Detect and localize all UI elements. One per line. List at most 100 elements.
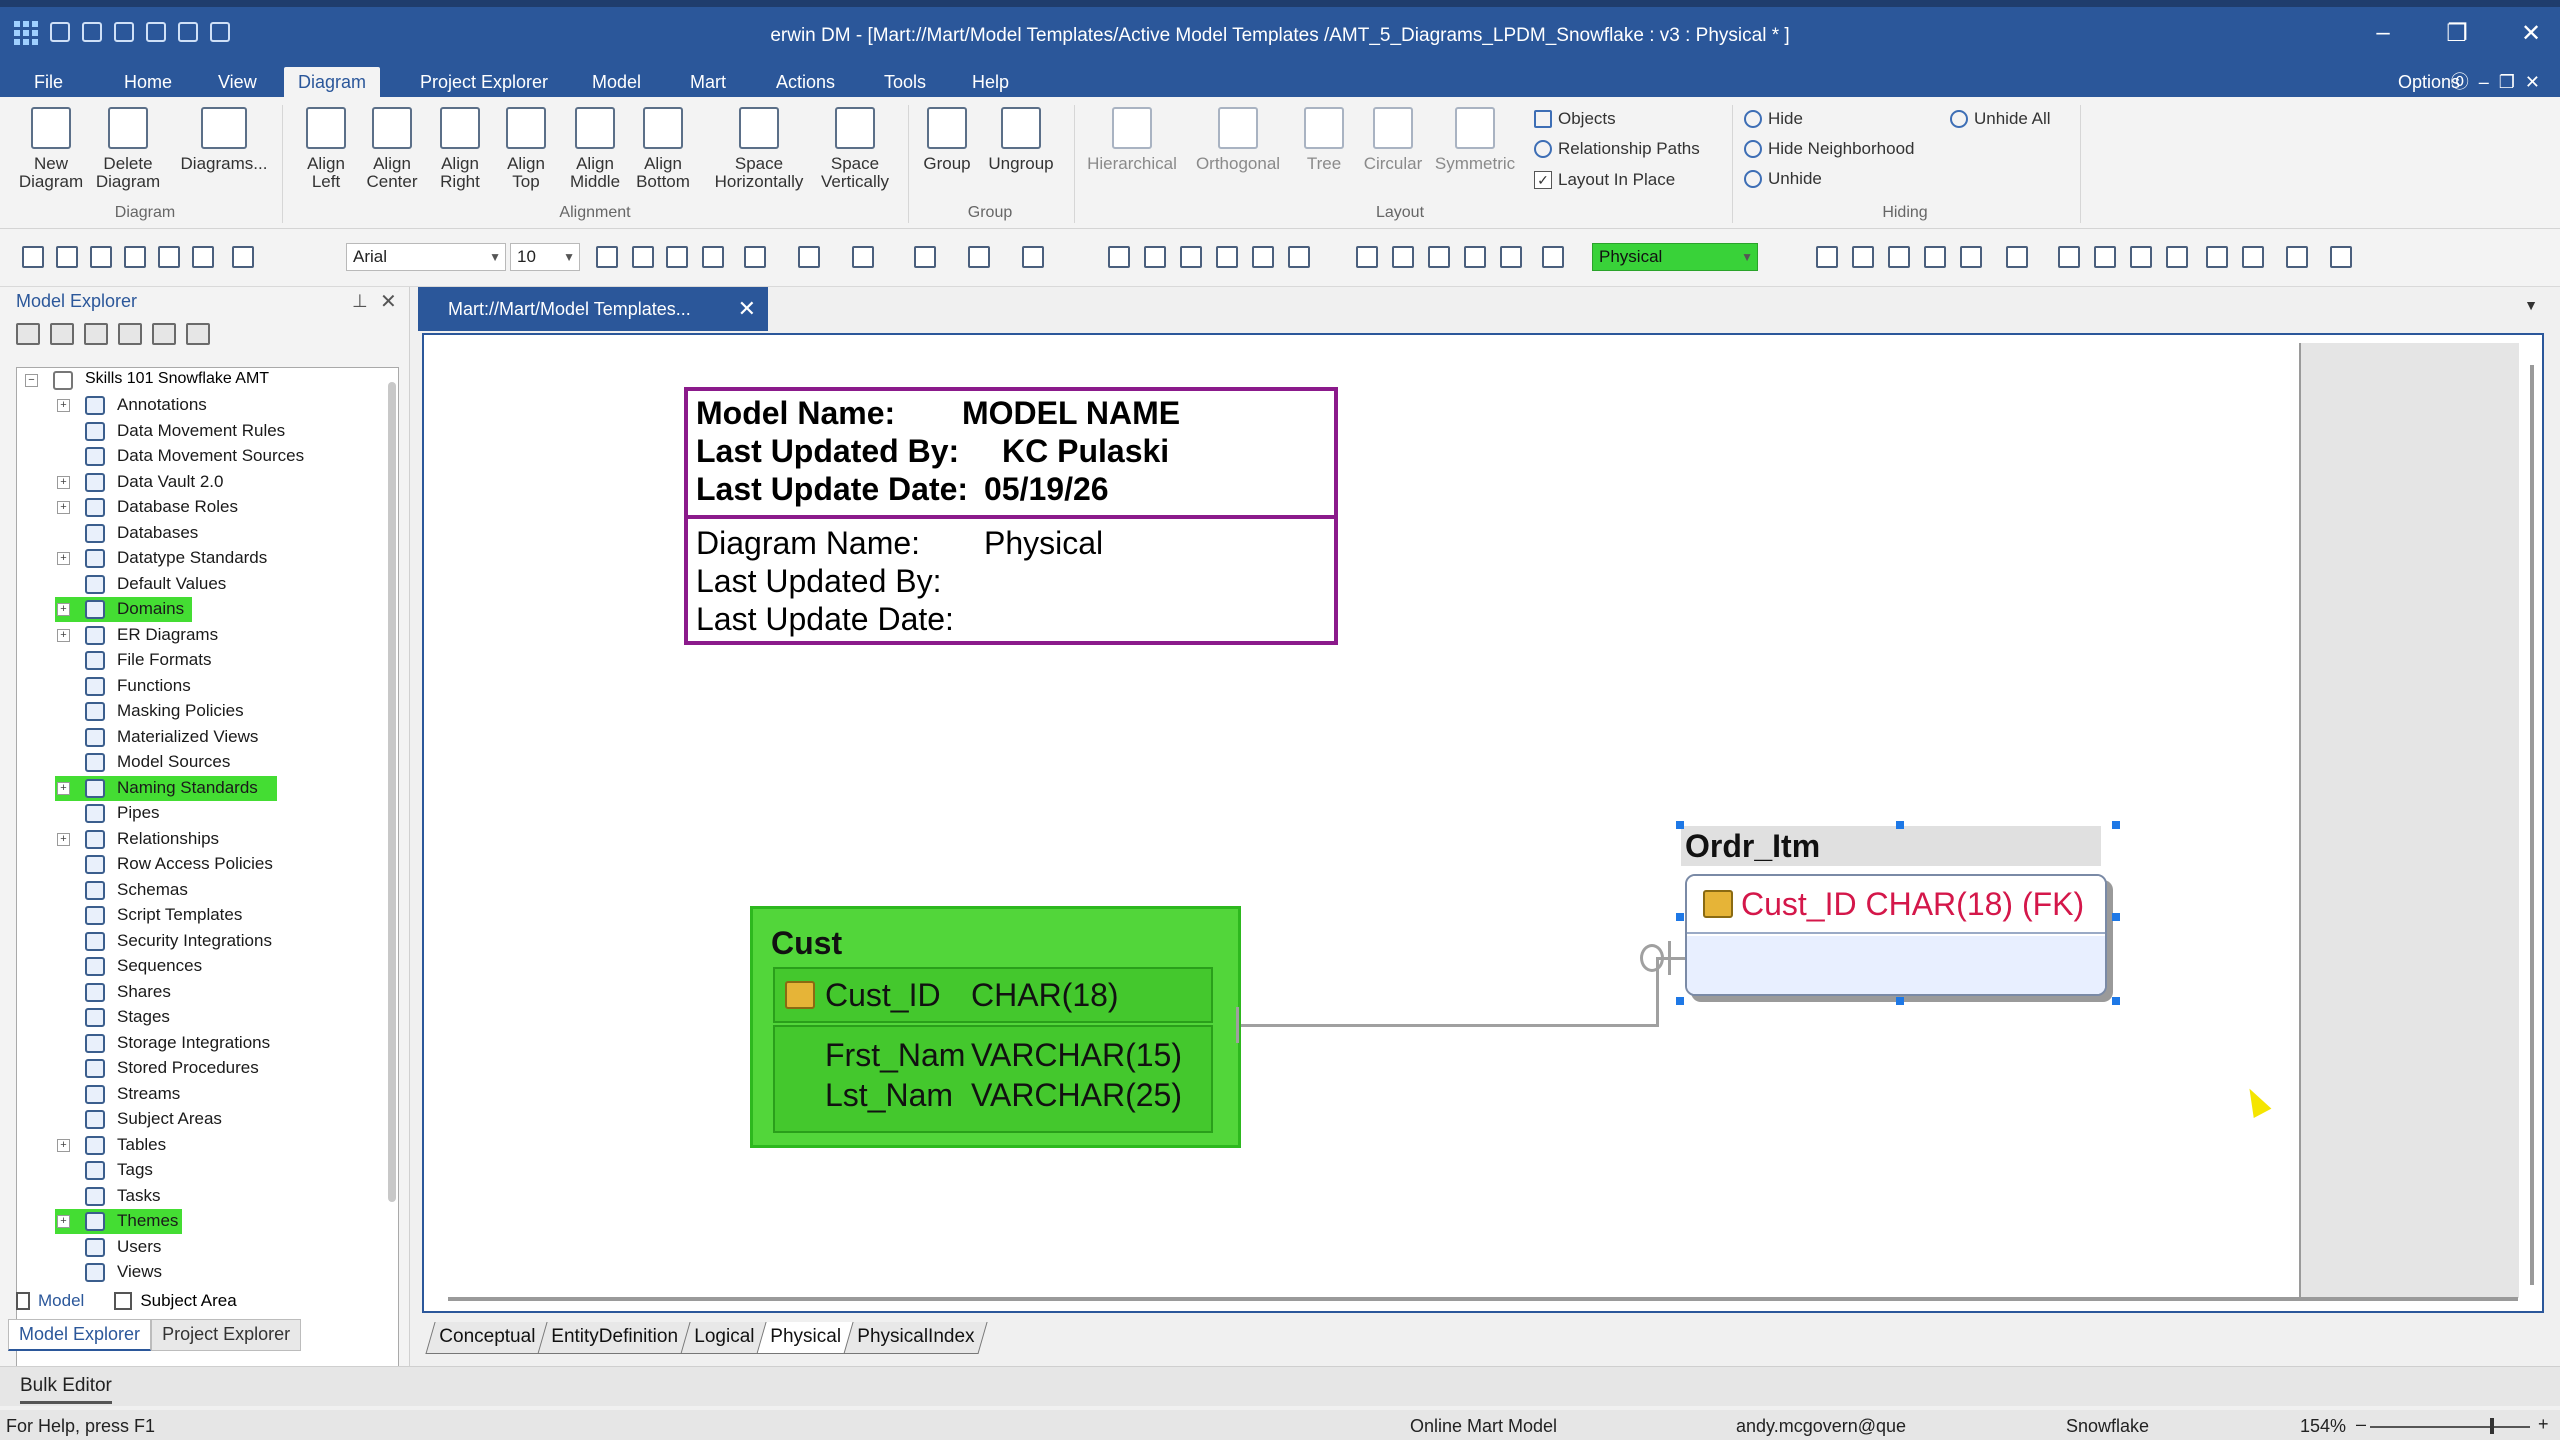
find-icon[interactable] [84,323,108,345]
tree-item-relationships[interactable]: + Relationships [17,827,387,853]
tree-item-users[interactable]: Users [17,1235,387,1261]
tree-item-pipes[interactable]: Pipes [17,801,387,827]
table-icon[interactable] [56,246,78,268]
tab-tools[interactable]: Tools [870,67,940,97]
bold-icon[interactable] [596,246,618,268]
tree-item-script-templates[interactable]: Script Templates [17,903,387,929]
edit-icon[interactable] [1500,246,1522,268]
tree-item-masking-policies[interactable]: Masking Policies [17,699,387,725]
ribbon-window-icons[interactable]: ⓪–❐✕ [2451,67,2550,97]
merge-icon[interactable] [2094,246,2116,268]
relationship-icon[interactable] [124,246,146,268]
report-icon[interactable] [2206,246,2228,268]
diamond-icon[interactable] [2286,246,2308,268]
align-center-button[interactable]: Align Center [360,107,424,191]
pin-icon[interactable] [1428,246,1450,268]
expand-icon[interactable]: + [57,603,70,616]
font-family-select[interactable]: Arial ▼ [346,243,506,271]
expand-icon[interactable]: + [57,501,70,514]
tree-item-themes[interactable]: + Themes [17,1209,387,1235]
non-identifying-rel-icon[interactable] [192,246,214,268]
forward-engineer-icon[interactable] [2242,246,2264,268]
diagram-tab-physical[interactable]: Physical [756,1322,855,1354]
tree-item-functions[interactable]: Functions [17,674,387,700]
tree-item-security-integrations[interactable]: Security Integrations [17,929,387,955]
compare-icon[interactable] [2130,246,2152,268]
expand-icon[interactable]: + [57,781,70,795]
tree-root-node[interactable]: − Skills 101 Snowflake AMT [17,368,387,393]
tree-item-stored-procedures[interactable]: Stored Procedures [17,1056,387,1082]
tree-item-shares[interactable]: Shares [17,980,387,1006]
arrange-icon[interactable] [1392,246,1414,268]
tab-diagram[interactable]: Diagram [284,67,381,97]
tree-item-annotations[interactable]: + Annotations [17,393,387,419]
selection-handle[interactable] [2112,821,2120,829]
align-left-button[interactable]: Align Left [296,107,356,191]
expand-icon[interactable]: + [57,1215,70,1228]
zoom-select-icon[interactable] [1180,246,1202,268]
selection-handle[interactable] [1676,997,1684,1005]
zoom-out-icon[interactable]: – [2356,1414,2366,1435]
entity-ordr-itm[interactable]: Ordr_Itm Cust_ID CHAR(18) (FK) [1681,826,2113,1000]
tree-item-databases[interactable]: Databases [17,521,387,547]
strikethrough-icon[interactable] [702,246,724,268]
expand-icon[interactable]: + [57,475,70,489]
tree-item-tasks[interactable]: Tasks [17,1184,387,1210]
line-weight-icon[interactable] [968,246,990,268]
sync-icon[interactable] [2166,246,2188,268]
tab-model-explorer[interactable]: Model Explorer [8,1319,152,1351]
selection-handle[interactable] [1896,821,1904,829]
pin-icon[interactable]: ⊥ [352,291,368,312]
diagram-tab-conceptual[interactable]: Conceptual [425,1322,549,1354]
tree-item-storage-integrations[interactable]: Storage Integrations [17,1031,387,1057]
zoom-actual-icon[interactable] [1216,246,1238,268]
fit-model-icon[interactable] [1252,246,1274,268]
font-color-icon[interactable] [744,246,766,268]
tree-item-subject-areas[interactable]: Subject Areas [17,1107,387,1133]
theme-icon[interactable] [1542,246,1564,268]
ungroup-button[interactable]: Ungroup [980,107,1062,173]
diagram-tab-logical[interactable]: Logical [680,1322,768,1354]
tree-layout-button[interactable]: Tree [1296,107,1352,173]
tab-model[interactable]: Model [578,67,655,97]
expand-icon[interactable]: + [57,832,70,846]
tree-item-views[interactable]: Views [17,1260,387,1286]
tree-item-er-diagrams[interactable]: + ER Diagrams [17,623,387,649]
align-middle-button[interactable]: Align Middle [562,107,628,191]
annotation-icon[interactable] [232,246,254,268]
diagram-tab-physicalindex[interactable]: PhysicalIndex [843,1322,988,1354]
tree-item-domains[interactable]: + Domains [17,597,387,623]
objects-button[interactable]: Objects [1534,109,1616,129]
tree-item-tags[interactable]: Tags [17,1158,387,1184]
circular-layout-button[interactable]: Circular [1356,107,1430,173]
identifying-rel-icon[interactable] [158,246,180,268]
space-horizontally-button[interactable]: Space Horizontally [706,107,812,191]
hide-button[interactable]: Hide [1744,109,1803,129]
close-button[interactable]: ✕ [2516,19,2546,48]
orthogonal-layout-button[interactable]: Orthogonal [1186,107,1290,173]
chevron-down-icon[interactable]: ▼ [2524,297,2538,313]
relationship-line[interactable] [1241,1024,1659,1027]
filter-icon[interactable] [152,323,176,345]
layout-icon[interactable] [1356,246,1378,268]
symmetric-layout-button[interactable]: Symmetric [1432,107,1518,173]
hierarchical-layout-button[interactable]: Hierarchical [1082,107,1182,173]
diagrams-button[interactable]: Diagrams... [178,107,270,173]
tree-item-data-vault-2-0[interactable]: + Data Vault 2.0 [17,470,387,496]
delete-icon[interactable] [118,323,142,345]
align-bottom-button[interactable]: Align Bottom [630,107,696,191]
align-right-button[interactable]: Align Right [430,107,490,191]
horizontal-scrollbar[interactable] [448,1297,2518,1301]
zoom-out-icon[interactable] [1144,246,1166,268]
subject-area-icon[interactable] [1852,246,1874,268]
minimize-button[interactable]: – [2368,19,2398,48]
relationship-paths-button[interactable]: Relationship Paths [1534,139,1700,159]
tab-view[interactable]: View [204,67,271,97]
tree-item-datatype-standards[interactable]: + Datatype Standards [17,546,387,572]
zoom-slider-thumb[interactable] [2490,1418,2494,1434]
selection-handle[interactable] [2112,997,2120,1005]
line-color-icon[interactable] [852,246,874,268]
tab-help[interactable]: Help [958,67,1023,97]
align-top-button[interactable]: Align Top [496,107,556,191]
fill-color-icon[interactable] [798,246,820,268]
